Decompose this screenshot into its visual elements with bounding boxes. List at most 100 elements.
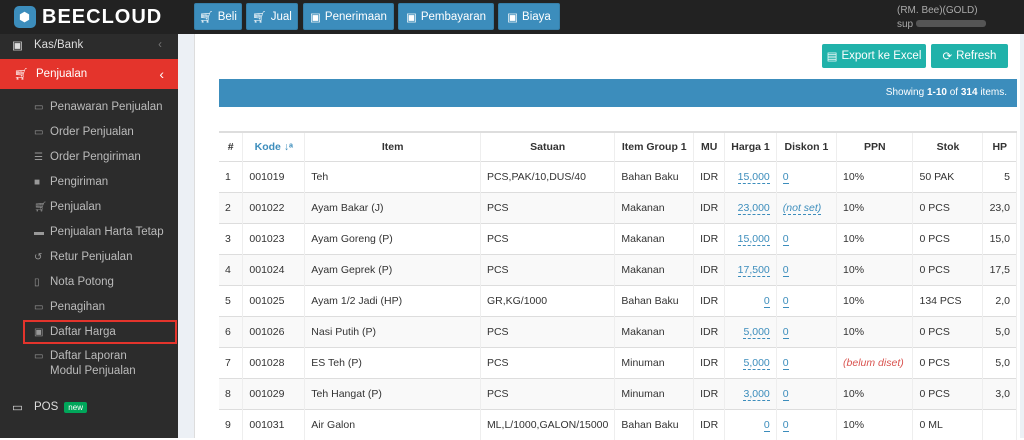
row-stok-value: 0 PCS [919, 356, 950, 369]
jual-button[interactable]: 🛒︎ Jual [246, 3, 298, 30]
row-ppn-value: 10% [843, 294, 865, 307]
sidebar-item-daftar-harga[interactable]: ▣ Daftar Harga [23, 320, 177, 344]
row-item-group-value: Bahan Baku [621, 294, 679, 307]
row-hp-value: 2,0 [995, 294, 1010, 307]
sidebar-item-penjualan[interactable]: 🛒︎ Penjualan ‹ [0, 59, 178, 89]
row-diskon[interactable]: 0 [776, 408, 838, 440]
logo-icon: ⬢ [14, 6, 36, 28]
app-logo[interactable]: ⬢ BEECLOUD [0, 0, 178, 34]
sidebar-item-nota-potong[interactable]: ▯ Nota Potong [0, 271, 178, 293]
row-item: Ayam Goreng (P) [304, 222, 481, 254]
penerimaan-button[interactable]: ▣ Penerimaan [303, 3, 394, 30]
row-satuan-value: PCS [486, 325, 509, 338]
row-item: Teh Hangat (P) [304, 377, 481, 409]
row-ppn-value: 10% [843, 263, 865, 276]
row-stok-value: 0 PCS [919, 201, 950, 214]
summary-range: 1-10 [926, 87, 947, 98]
row-harga[interactable]: 5,000 [724, 346, 777, 378]
row-item-group: Makanan [614, 253, 695, 285]
summary-total: 314 [960, 87, 978, 98]
row-ppn: (belum diset) [836, 346, 914, 378]
row-hp: 5 [982, 160, 1017, 192]
row-harga-value: 0 [763, 418, 770, 432]
row-diskon[interactable]: 0 [776, 284, 838, 316]
row-harga[interactable]: 17,500 [724, 253, 777, 285]
row-satuan-value: ML,L/1000,GALON/15000 [486, 418, 609, 431]
pembayaran-label: Pembayaran [420, 10, 487, 23]
row-diskon-value: 0 [782, 294, 789, 308]
new-badge: new [64, 401, 87, 413]
refresh-button[interactable]: ⟳ Refresh [931, 44, 1008, 68]
row-satuan: ML,L/1000,GALON/15000 [480, 408, 616, 440]
table-row: 5 001025 Ayam 1/2 Jadi (HP) GR,KG/1000 Bahan… [219, 284, 1017, 316]
sidebar-item-laporan-modul[interactable]: ▭ Daftar Laporan Modul Penjualan [0, 349, 178, 381]
sidebar-item-harta-tetap[interactable]: ▬ Penjualan Harta Tetap [0, 221, 178, 243]
money-icon: ▣ [34, 326, 44, 338]
row-stok-value: 0 PCS [919, 387, 950, 400]
row-harga[interactable]: 0 [724, 408, 777, 440]
row-harga[interactable]: 23,000 [724, 191, 777, 223]
row-item: Ayam Bakar (J) [304, 191, 481, 223]
row-kode: 001028 [242, 346, 306, 378]
table-row: 6 001026 Nasi Putih (P) PCS Makanan IDR 5,000 0… [219, 315, 1017, 347]
row-diskon[interactable]: (not set) [776, 191, 838, 223]
money-icon: ▣ [405, 11, 417, 24]
item-label: Nota Potong [50, 276, 114, 288]
row-hp-value: 23,0 [989, 201, 1010, 214]
row-diskon[interactable]: 0 [776, 377, 838, 409]
refresh-icon: ⟳ [942, 51, 953, 63]
table-row: 7 001028 ES Teh (P) PCS Minuman IDR 5,000 0 (bel… [219, 346, 1017, 378]
cart-icon: 🛒︎ [252, 11, 267, 24]
sidebar-item-retur[interactable]: ↺ Retur Penjualan [0, 246, 178, 268]
biaya-button[interactable]: ▣ Biaya [498, 3, 560, 30]
row-hp-value: 15,0 [989, 232, 1010, 245]
row-diskon[interactable]: 0 [776, 253, 838, 285]
row-harga[interactable]: 5,000 [724, 315, 777, 347]
export-excel-button[interactable]: ▤ Export ke Excel [822, 44, 926, 68]
sidebar-item-penawaran[interactable]: ▭ Penawaran Penjualan [0, 96, 178, 118]
row-stok: 0 PCS [912, 222, 984, 254]
pembayaran-button[interactable]: ▣ Pembayaran [398, 3, 494, 30]
summary-bar: Showing 1-10 of 314 items. [219, 79, 1017, 107]
row-stok: 0 PCS [912, 346, 984, 378]
row-ppn-value: 10% [843, 325, 865, 338]
row-harga[interactable]: 0 [724, 284, 777, 316]
row-diskon[interactable]: 0 [776, 315, 838, 347]
row-harga[interactable]: 15,000 [724, 222, 777, 254]
biaya-label: Biaya [522, 10, 551, 23]
summary-prefix: Showing [885, 87, 927, 98]
row-hp: 2,0 [982, 284, 1017, 316]
row-harga[interactable]: 15,000 [724, 160, 777, 192]
row-no: 4 [219, 253, 244, 285]
row-item-group: Makanan [614, 315, 695, 347]
beli-button[interactable]: 🛒︎ Beli [194, 3, 242, 30]
sidebar-item-penagihan[interactable]: ▭ Penagihan [0, 296, 178, 318]
row-diskon-value: 0 [782, 232, 789, 246]
sidebar-item-kas-bank[interactable]: ▣ Kas/Bank ‹ [0, 34, 178, 56]
item-label: Pengiriman [50, 176, 109, 188]
row-item-group: Minuman [614, 377, 695, 409]
undo-icon: ↺ [34, 251, 43, 263]
row-no-value: 1 [225, 170, 231, 183]
sidebar-item-order-penjualan[interactable]: ▭ Order Penjualan [0, 121, 178, 143]
row-hp-value: 5,0 [995, 356, 1010, 369]
row-hp-value: 3,0 [995, 387, 1010, 400]
row-item-value: Ayam Goreng (P) [311, 232, 393, 245]
col-kode[interactable]: Kode ↓ᵃ [242, 131, 306, 161]
row-harga[interactable]: 3,000 [724, 377, 777, 409]
row-satuan-value: PCS [486, 263, 509, 276]
sidebar-item-pengiriman[interactable]: ■ Pengiriman [0, 171, 178, 193]
user-menu[interactable]: (RM. Bee)(GOLD) sup [897, 4, 1012, 32]
row-no: 5 [219, 284, 244, 316]
table-row: 1 001019 Teh PCS,PAK/10,DUS/40 Bahan Baku IDR… [219, 160, 1017, 192]
row-satuan: PCS [480, 346, 616, 378]
sidebar-item-pos[interactable]: ▭ POS new [0, 396, 178, 418]
row-diskon[interactable]: 0 [776, 346, 838, 378]
sidebar-item-order-pengiriman[interactable]: ☰ Order Pengiriman [0, 146, 178, 168]
row-ppn: 10% [836, 160, 914, 192]
row-diskon[interactable]: 0 [776, 222, 838, 254]
sidebar-item-penjualan-sub[interactable]: 🛒︎ Penjualan [0, 196, 178, 218]
row-no: 6 [219, 315, 244, 347]
row-diskon[interactable]: 0 [776, 160, 838, 192]
col-hp: HP [982, 131, 1017, 161]
